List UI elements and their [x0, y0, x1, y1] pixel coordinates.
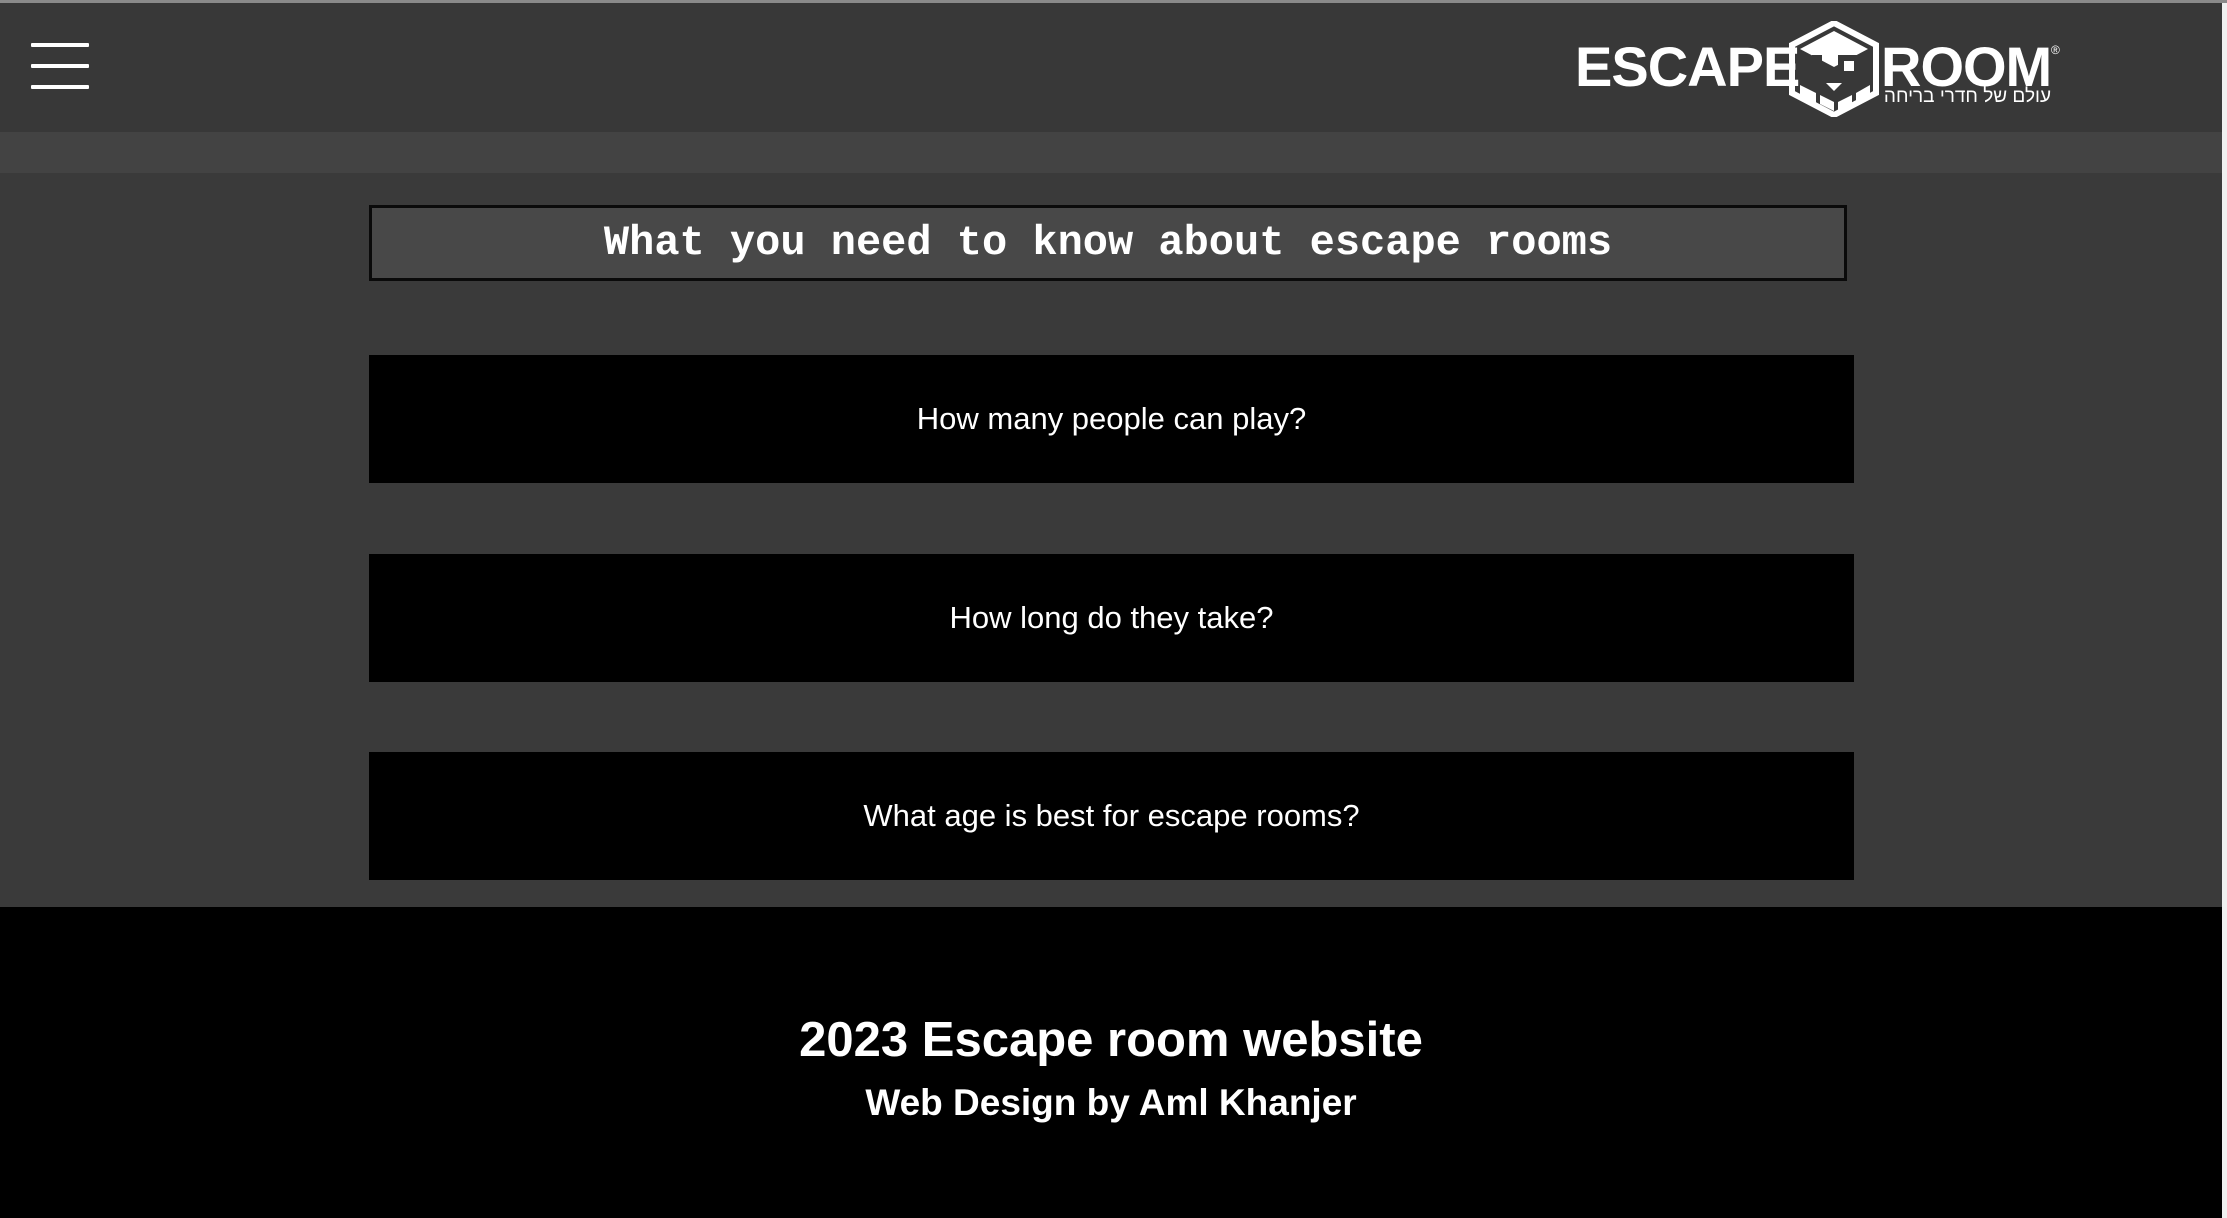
- hamburger-menu-icon[interactable]: [31, 43, 89, 90]
- faq-question: How many people can play?: [916, 401, 1307, 436]
- logo-word-escape: ESCAPE: [1575, 35, 1800, 98]
- menu-bar: [31, 43, 89, 47]
- faq-question: What age is best for escape rooms?: [863, 798, 1360, 833]
- faq-item[interactable]: How many people can play?: [369, 355, 1854, 483]
- menu-bar: [31, 64, 89, 68]
- faq-question: How long do they take?: [949, 600, 1274, 635]
- footer-credit: Web Design by Aml Khanjer: [865, 1082, 1357, 1123]
- logo-cube-icon: [1789, 21, 1879, 117]
- logo-subtitle: עולם של חדרי בריחה: [1883, 86, 2051, 107]
- menu-bar: [31, 85, 89, 89]
- header-subbar: [0, 132, 2222, 173]
- faq-item[interactable]: How long do they take?: [369, 554, 1854, 682]
- page: ESCAPE ROOM ® עולם של חדרי בריחה What yo…: [0, 0, 2227, 1218]
- site-header: ESCAPE ROOM ® עולם של חדרי בריחה: [0, 3, 2222, 132]
- footer-title: 2023 Escape room website: [799, 1013, 1423, 1067]
- registered-mark: ®: [2051, 43, 2060, 57]
- faq-item[interactable]: What age is best for escape rooms?: [369, 752, 1854, 880]
- escape-room-logo[interactable]: ESCAPE ROOM ® עולם של חדרי בריחה: [1575, 21, 2065, 121]
- site-footer: 2023 Escape room website Web Design by A…: [0, 907, 2222, 1218]
- page-title: What you need to know about escape rooms: [369, 205, 1847, 281]
- window-edge: [2222, 3, 2227, 1218]
